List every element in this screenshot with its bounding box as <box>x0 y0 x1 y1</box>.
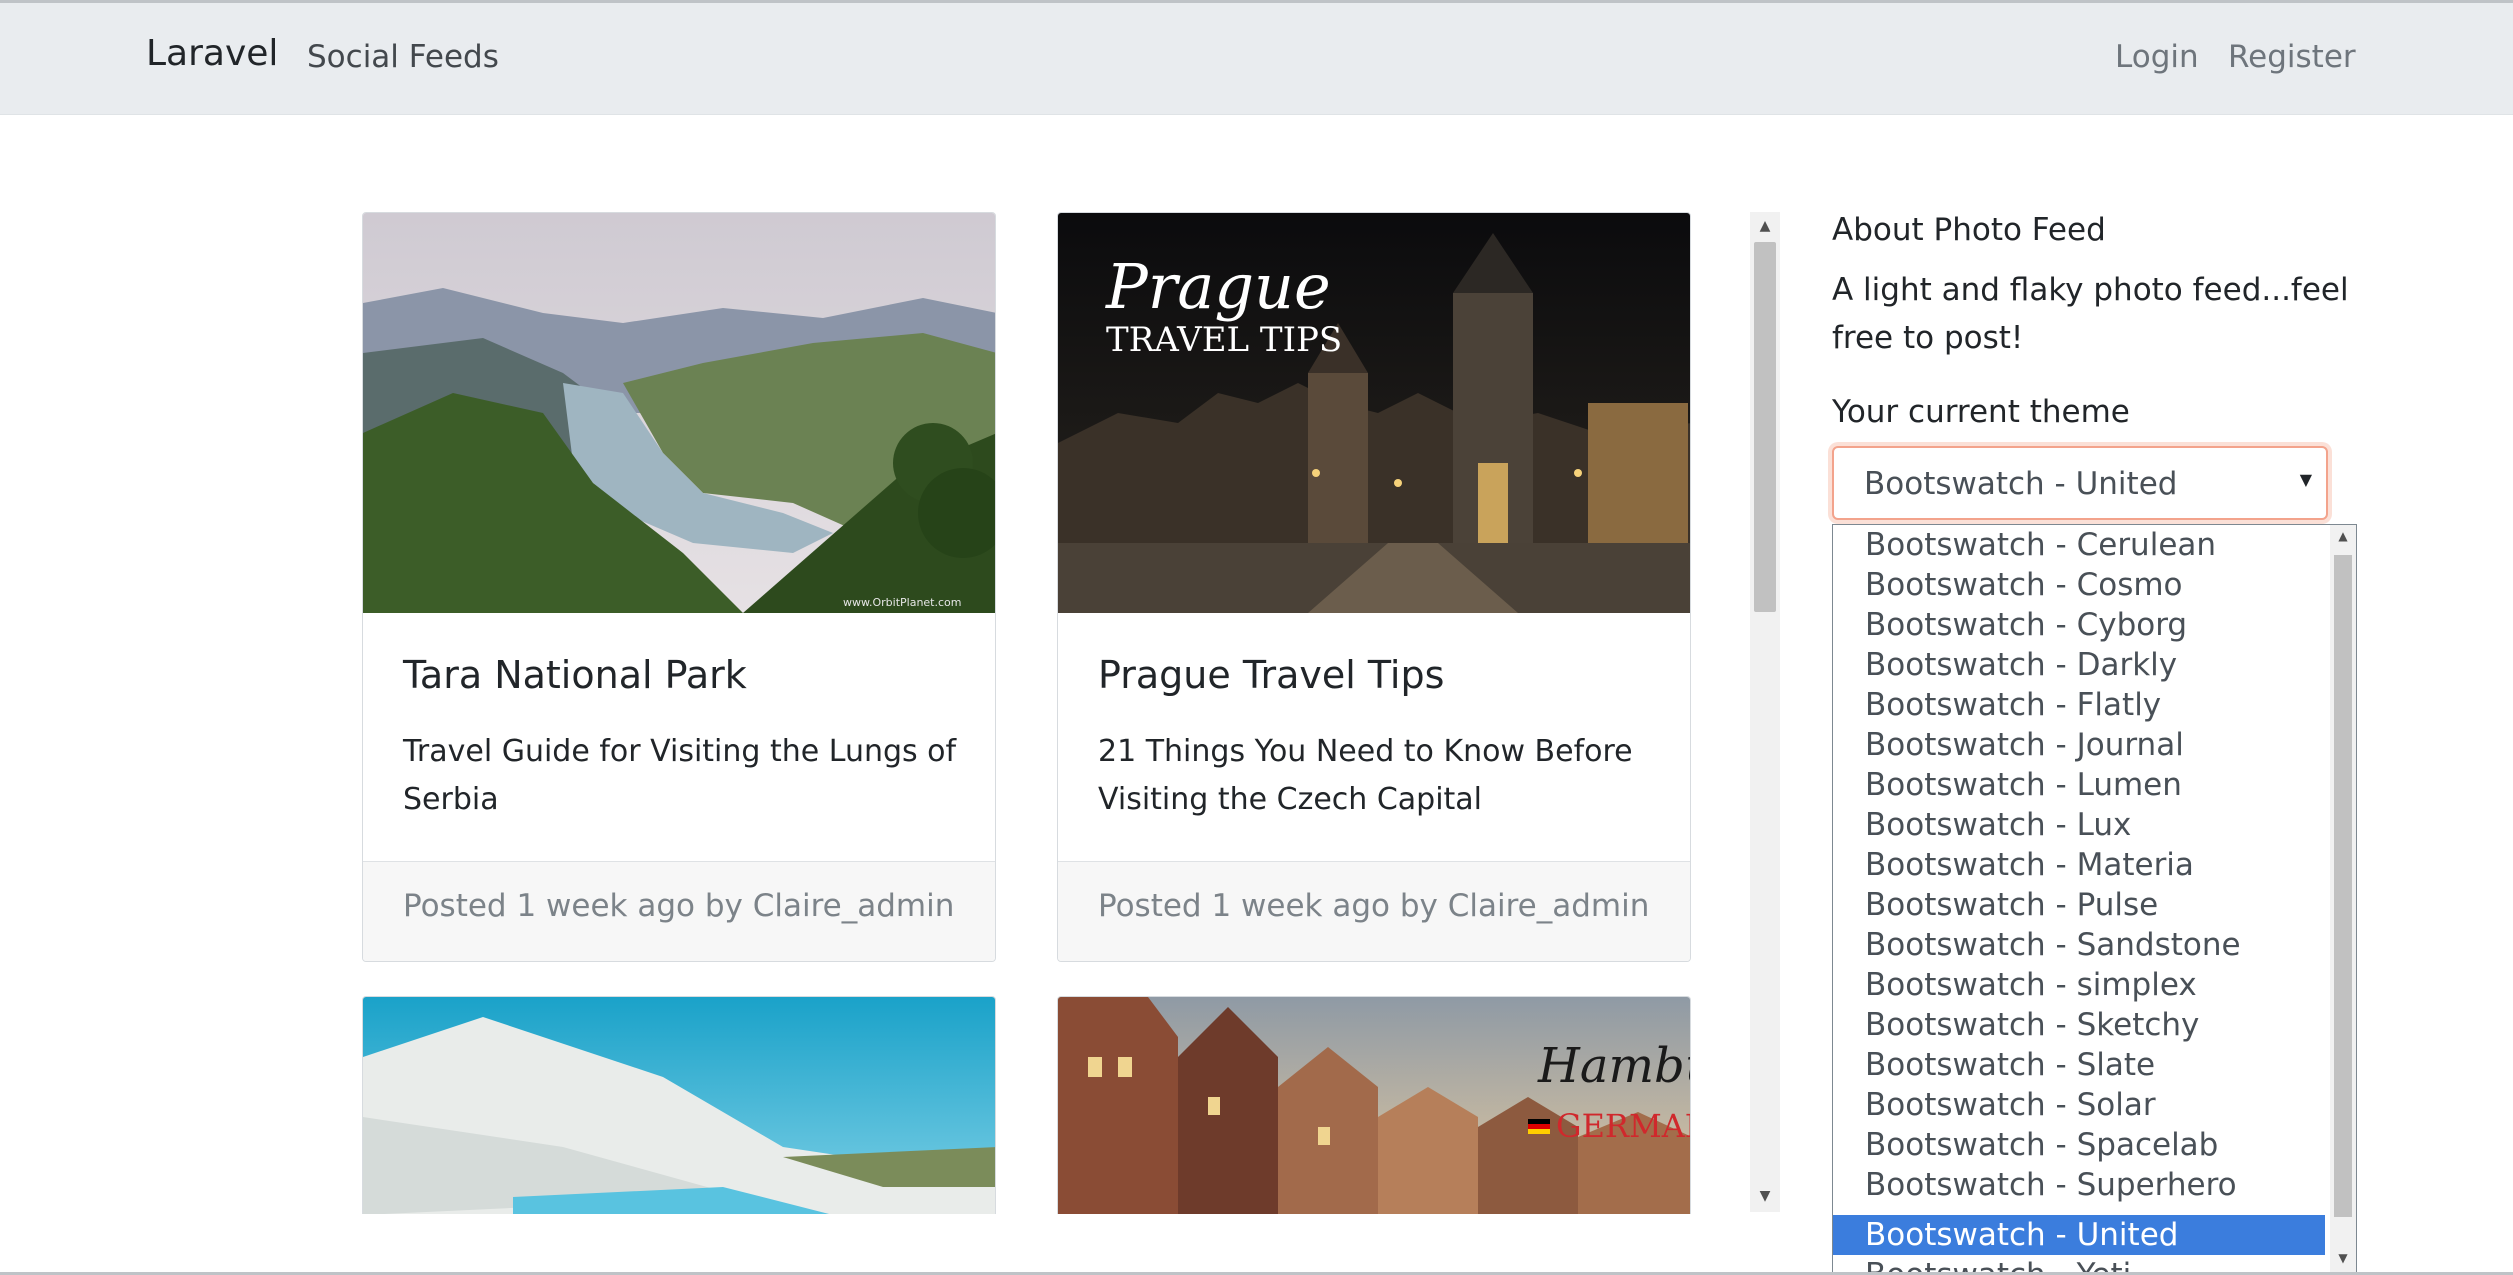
post-image-prague[interactable]: Prague TRAVEL TIPS <box>1058 213 1690 613</box>
post-image-pamukkale[interactable] <box>363 997 995 1214</box>
theme-select-value: Bootswatch - United <box>1864 466 2178 502</box>
theme-option[interactable]: Bootswatch - Superhero <box>1833 1165 2325 1205</box>
chevron-down-icon: ▼ <box>2299 470 2312 489</box>
theme-option[interactable]: Bootswatch - Materia <box>1833 845 2325 885</box>
theme-dropdown-list[interactable]: Bootswatch - Cerulean Bootswatch - Cosmo… <box>1832 524 2357 1275</box>
dropdown-scrollbar[interactable]: ▲ ▼ <box>2330 525 2356 1274</box>
post-description: Travel Guide for Visiting the Lungs of S… <box>403 734 957 817</box>
post-footer: Posted 1 week ago by Claire_admin <box>1058 861 1690 961</box>
theme-option[interactable]: Bootswatch - Pulse <box>1833 885 2325 925</box>
nav-login[interactable]: Login <box>2115 39 2199 75</box>
theme-label: Your current theme <box>1832 394 2130 430</box>
image-caption-subtitle: GERMANY <box>1556 1107 1690 1145</box>
theme-option[interactable]: Bootswatch - simplex <box>1833 965 2325 1005</box>
image-watermark: www.OrbitPlanet.com <box>843 596 961 609</box>
scroll-down-arrow-icon[interactable]: ▼ <box>1750 1188 1780 1204</box>
post-title[interactable]: Tara National Park <box>403 653 747 697</box>
post-description: 21 Things You Need to Know Before Visiti… <box>1098 734 1633 817</box>
navbar: Laravel Social Feeds Login Register <box>0 3 2513 115</box>
theme-option-selected[interactable]: Bootswatch - United <box>1833 1215 2325 1255</box>
sidebar-description: A light and flaky photo feed...feel free… <box>1832 272 2349 356</box>
image-caption-subtitle: TRAVEL TIPS <box>1106 320 1342 360</box>
post-card-prague[interactable]: Prague TRAVEL TIPS Prague Travel Tips 21… <box>1057 212 1691 962</box>
theme-option[interactable]: Bootswatch - Cyborg <box>1833 605 2325 645</box>
post-card-tara[interactable]: www.OrbitPlanet.com Tara National Park T… <box>362 212 996 962</box>
nav-register[interactable]: Register <box>2228 39 2356 75</box>
scroll-up-arrow-icon[interactable]: ▲ <box>2330 529 2356 543</box>
sidebar-title: About Photo Feed <box>1832 212 2106 248</box>
theme-option[interactable]: Bootswatch - Slate <box>1833 1045 2325 1085</box>
scroll-down-arrow-icon[interactable]: ▼ <box>2330 1251 2356 1265</box>
post-card-pamukkale[interactable] <box>362 996 996 1214</box>
theme-option[interactable]: Bootswatch - Sketchy <box>1833 1005 2325 1045</box>
theme-option[interactable]: Bootswatch - Lux <box>1833 805 2325 845</box>
theme-option[interactable]: Bootswatch - Lumen <box>1833 765 2325 805</box>
feed-scrollbar-thumb[interactable] <box>1754 242 1776 612</box>
theme-option[interactable]: Bootswatch - Cerulean <box>1833 525 2325 565</box>
image-caption-title: Prague <box>1105 250 1331 323</box>
theme-option[interactable]: Bootswatch - Sandstone <box>1833 925 2325 965</box>
post-image-hamburg[interactable]: Hamburg GERMANY <box>1058 997 1690 1214</box>
nav-social-feeds[interactable]: Social Feeds <box>307 39 499 75</box>
theme-option[interactable]: Bootswatch - Flatly <box>1833 685 2325 725</box>
feed-scrollbar[interactable]: ▲ ▼ <box>1750 212 1780 1212</box>
post-footer: Posted 1 week ago by Claire_admin <box>363 861 995 961</box>
theme-option[interactable]: Bootswatch - Solar <box>1833 1085 2325 1125</box>
scroll-up-arrow-icon[interactable]: ▲ <box>1750 218 1780 234</box>
theme-option[interactable]: Bootswatch - Spacelab <box>1833 1125 2325 1165</box>
theme-select[interactable]: Bootswatch - United ▼ <box>1832 446 2328 520</box>
theme-option[interactable]: Bootswatch - Darkly <box>1833 645 2325 685</box>
post-image-tara[interactable]: www.OrbitPlanet.com <box>363 213 995 613</box>
post-card-hamburg[interactable]: Hamburg GERMANY <box>1057 996 1691 1214</box>
theme-option[interactable]: Bootswatch - Cosmo <box>1833 565 2325 605</box>
brand-link[interactable]: Laravel <box>146 33 278 74</box>
theme-option[interactable]: Bootswatch - Journal <box>1833 725 2325 765</box>
post-title[interactable]: Prague Travel Tips <box>1098 653 1444 697</box>
image-pamukkale <box>363 997 995 1214</box>
image-caption-title: Hamburg <box>1537 1038 1690 1094</box>
dropdown-scrollbar-thumb[interactable] <box>2334 555 2352 1217</box>
